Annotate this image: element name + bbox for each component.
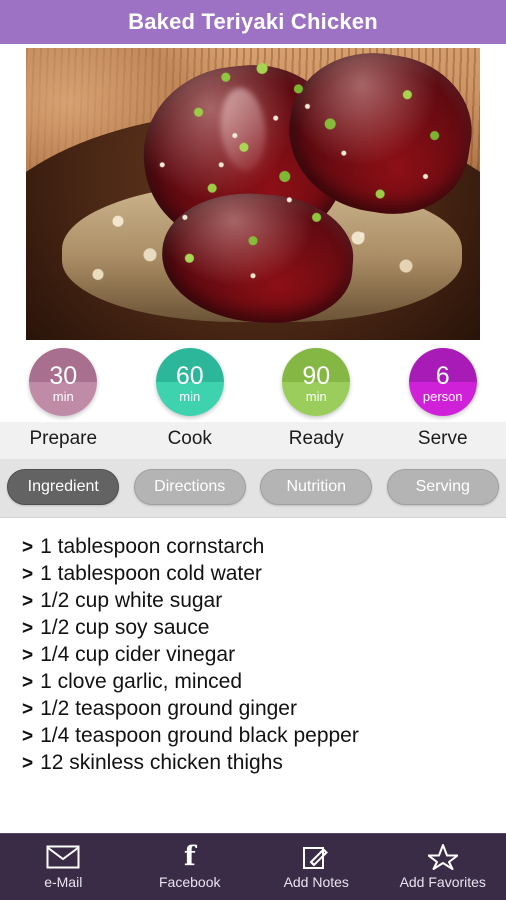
facebook-icon: f [183,841,196,872]
badge-value: 60 [175,362,204,390]
ingredient-text: 1 tablespoon cornstarch [40,535,265,558]
meta-cell-prepare: 30 min [0,348,127,416]
list-item: > 1/2 teaspoon ground ginger [22,696,506,723]
list-item: > 1 tablespoon cornstarch [22,534,506,561]
page-title: Baked Teriyaki Chicken [128,9,378,34]
recipe-photo-container [0,44,506,340]
badge-value: 30 [49,362,78,390]
add-favorites-label: Add Favorites [399,874,486,890]
app-header: Baked Teriyaki Chicken [0,0,506,44]
bullet-marker: > [22,699,34,720]
bullet-marker: > [22,645,34,666]
badge-unit: min [52,389,74,404]
recipe-photo-image [26,48,480,340]
recipe-photo [26,48,480,340]
add-favorites-button[interactable]: Add Favorites [380,844,506,890]
bullet-marker: > [22,726,34,747]
list-item: > 1 clove garlic, minced [22,669,506,696]
ingredient-text: 1/2 teaspoon ground ginger [40,697,297,720]
tab-ingredient[interactable]: Ingredient [7,469,120,505]
badge-cook: 60 min [155,348,224,416]
bottom-action-bar: e-Mail f Facebook Add Notes Add Favorite… [0,833,506,900]
badge-serve: 6 person [408,348,477,416]
bullet-marker: > [22,618,34,639]
recipe-app-screen: Baked Teriyaki Chicken 30 min 60 min 90 … [0,0,506,900]
tab-serving[interactable]: Serving [386,469,499,505]
facebook-label: Facebook [159,874,221,890]
meta-cell-serve: 6 person [380,348,506,416]
tab-nutrition[interactable]: Nutrition [260,469,373,505]
badge-ready: 90 min [282,348,351,416]
bullet-marker: > [22,753,34,774]
ingredient-text: 12 skinless chicken thighs [40,751,283,774]
ingredient-text: 1/4 teaspoon ground black pepper [40,724,359,747]
envelope-icon [46,844,80,870]
photo-garnish [26,48,480,340]
facebook-button[interactable]: f Facebook [127,841,254,890]
meta-label-ready: Ready [288,428,344,449]
meta-cell-cook: 60 min [127,348,254,416]
meta-cell-ready: 90 min [253,348,380,416]
badge-unit: person [422,389,463,404]
ingredient-list: > 1 tablespoon cornstarch > 1 tablespoon… [0,518,506,833]
ingredient-text: 1 clove garlic, minced [40,670,243,693]
bullet-marker: > [22,591,34,612]
ingredient-text: 1/2 cup white sugar [40,589,223,612]
meta-label-serve: Serve [417,428,468,449]
list-item: > 1/2 cup white sugar [22,588,506,615]
recipe-tabs: Ingredient Directions Nutrition Serving [0,459,506,518]
add-notes-label: Add Notes [283,874,349,890]
bullet-marker: > [22,672,34,693]
tab-directions[interactable]: Directions [133,469,246,505]
bullet-marker: > [22,537,34,558]
recipe-meta-badges: 30 min 60 min 90 min 6 person [0,340,506,422]
list-item: > 1/4 teaspoon ground black pepper [22,723,506,750]
ingredient-text: 1/2 cup soy sauce [40,616,210,639]
email-button[interactable]: e-Mail [0,844,127,890]
badge-unit: min [179,389,201,404]
ingredient-text: 1/4 cup cider vinegar [40,643,236,666]
meta-label-cook: Cook [167,428,212,449]
add-notes-button[interactable]: Add Notes [253,844,380,890]
badge-unit: min [305,389,327,404]
email-label: e-Mail [44,874,83,890]
recipe-meta-labels: Prepare Cook Ready Serve [0,422,506,459]
ingredient-text: 1 tablespoon cold water [40,562,262,585]
badge-prepare: 30 min [29,348,98,416]
list-item: > 1 tablespoon cold water [22,561,506,588]
star-icon [427,844,458,870]
list-item: > 1/4 cup cider vinegar [22,642,506,669]
meta-label-prepare: Prepare [29,428,98,449]
list-item: > 1/2 cup soy sauce [22,615,506,642]
badge-value: 6 [435,362,450,390]
note-pencil-icon [302,844,330,870]
badge-value: 90 [302,362,331,390]
list-item: > 12 skinless chicken thighs [22,750,506,777]
bullet-marker: > [22,564,34,585]
